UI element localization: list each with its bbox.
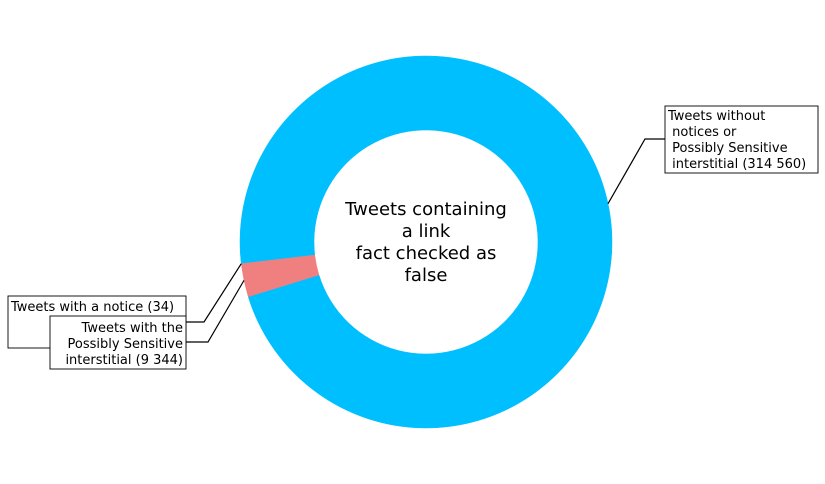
leader-line-2 <box>186 280 245 343</box>
leader-line-1 <box>186 263 242 323</box>
slice-label-1: Tweets with a notice (34) <box>10 300 174 315</box>
leader-line-0 <box>607 138 665 204</box>
donut-chart: Tweets without notices or Possibly Sensi… <box>7 55 819 429</box>
chart-center-title: Tweets containing a link fact checked as fa… <box>344 199 507 286</box>
